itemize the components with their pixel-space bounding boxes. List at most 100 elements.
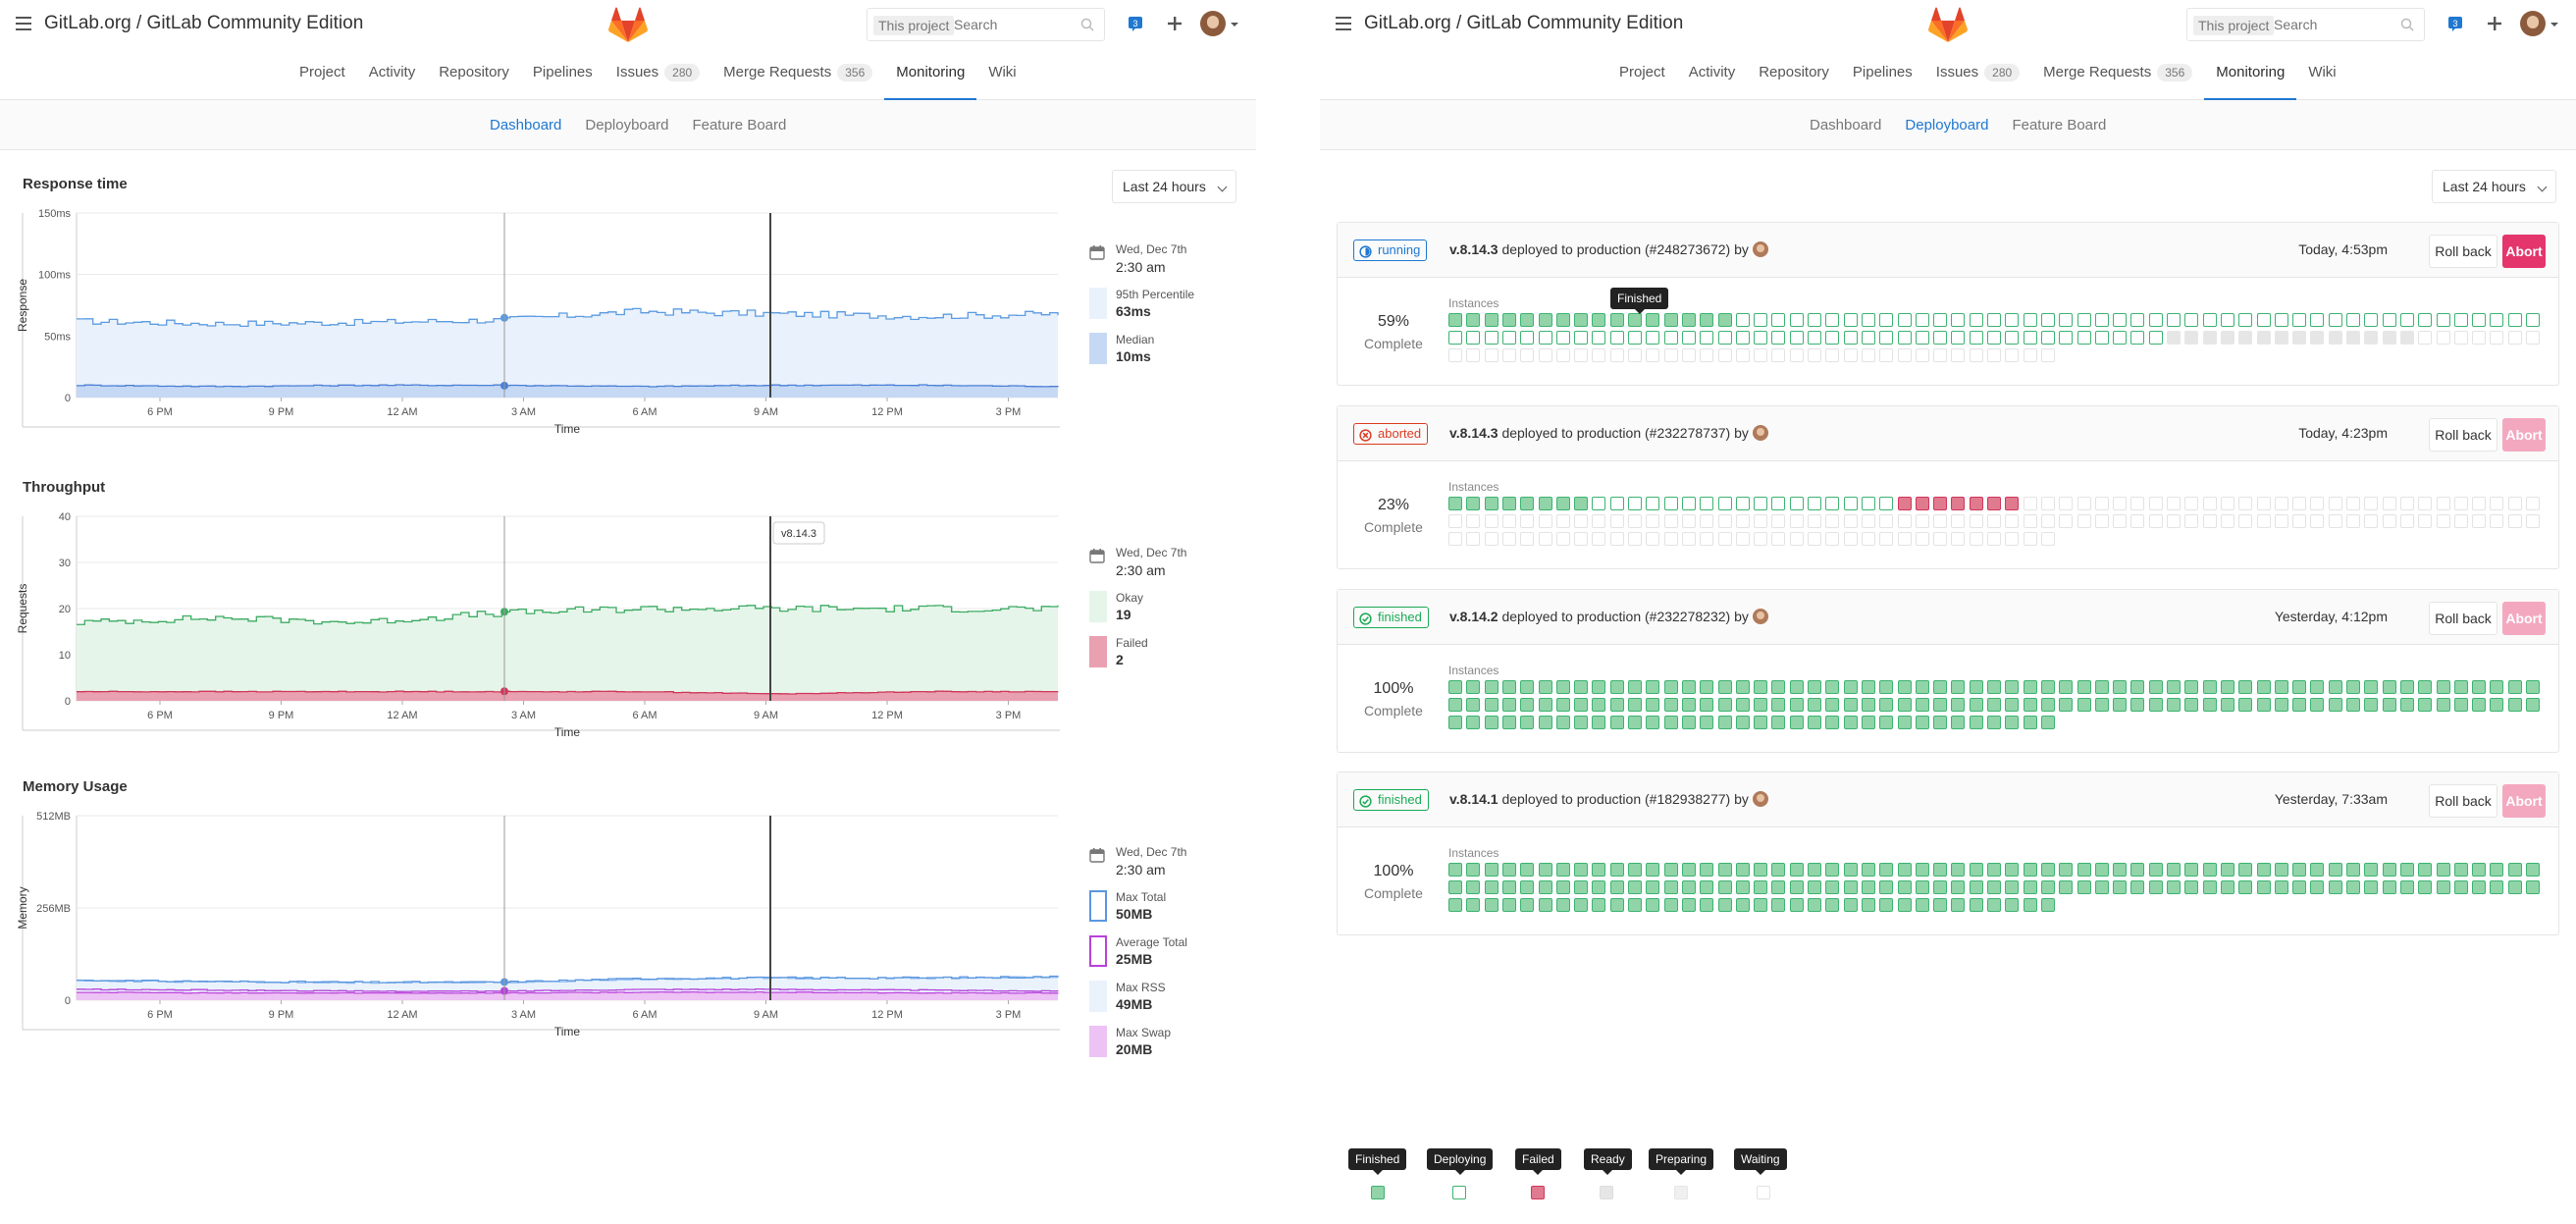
instance-finished[interactable] [1717, 716, 1732, 729]
instance-finished[interactable] [1681, 716, 1696, 729]
new-item-plus-icon[interactable] [2487, 16, 2502, 36]
instance-waiting[interactable] [2507, 497, 2522, 510]
instance-deploying[interactable] [2328, 313, 2342, 327]
instance-finished[interactable] [1969, 898, 1983, 912]
instance-finished[interactable] [2256, 698, 2271, 712]
instance-finished[interactable] [2202, 680, 2217, 694]
instance-finished[interactable] [1501, 497, 1516, 510]
roll-back-button[interactable]: Roll back [2429, 784, 2497, 818]
instance-finished[interactable] [1609, 898, 1624, 912]
instance-finished[interactable] [2526, 680, 2540, 694]
user-avatar[interactable] [1200, 11, 1226, 36]
instance-waiting[interactable] [1843, 514, 1858, 528]
instance-waiting[interactable] [1555, 348, 1570, 362]
instance-finished[interactable] [1538, 680, 1552, 694]
instance-finished[interactable] [2526, 698, 2540, 712]
instance-waiting[interactable] [1592, 348, 1606, 362]
instance-deploying[interactable] [2005, 313, 2020, 327]
instance-finished[interactable] [1700, 313, 1714, 327]
instance-finished[interactable] [1628, 313, 1642, 327]
instance-finished[interactable] [2184, 680, 2199, 694]
instance-finished[interactable] [1951, 898, 1966, 912]
instance-failed[interactable] [1897, 497, 1912, 510]
instance-waiting[interactable] [1520, 348, 1535, 362]
instance-finished[interactable] [1754, 898, 1768, 912]
instance-waiting[interactable] [2023, 348, 2037, 362]
instance-finished[interactable] [1448, 863, 1462, 877]
instance-ready[interactable] [2364, 331, 2379, 345]
instance-deploying[interactable] [1663, 497, 1678, 510]
instance-finished[interactable] [1879, 863, 1894, 877]
instance-deploying[interactable] [1897, 331, 1912, 345]
nav-tab-pipelines[interactable]: Pipelines [521, 50, 605, 100]
instance-deploying[interactable] [1789, 497, 1804, 510]
instance-finished[interactable] [1700, 698, 1714, 712]
instance-finished[interactable] [2005, 680, 2020, 694]
instance-finished[interactable] [2526, 880, 2540, 894]
instance-finished[interactable] [2148, 698, 2163, 712]
instance-deploying[interactable] [1879, 331, 1894, 345]
instance-finished[interactable] [1466, 680, 1481, 694]
instance-finished[interactable] [1843, 680, 1858, 694]
instance-finished[interactable] [2453, 680, 2468, 694]
instance-finished[interactable] [1825, 716, 1840, 729]
instance-finished[interactable] [2364, 880, 2379, 894]
instance-waiting[interactable] [1969, 514, 1983, 528]
instance-finished[interactable] [2507, 863, 2522, 877]
instance-finished[interactable] [1700, 880, 1714, 894]
instance-finished[interactable] [1646, 313, 1660, 327]
instance-waiting[interactable] [1484, 532, 1498, 546]
instance-finished[interactable] [1628, 880, 1642, 894]
instance-finished[interactable] [2130, 863, 2145, 877]
instance-waiting[interactable] [2328, 514, 2342, 528]
instance-finished[interactable] [1538, 716, 1552, 729]
instance-waiting[interactable] [2023, 497, 2037, 510]
instance-finished[interactable] [2040, 698, 2055, 712]
instance-finished[interactable] [2310, 698, 2325, 712]
instance-finished[interactable] [2399, 863, 2414, 877]
instance-deploying[interactable] [1771, 313, 1786, 327]
instance-finished[interactable] [1448, 880, 1462, 894]
instance-waiting[interactable] [1771, 532, 1786, 546]
instance-waiting[interactable] [2399, 514, 2414, 528]
instance-deploying[interactable] [1987, 313, 2001, 327]
instance-deploying[interactable] [1771, 497, 1786, 510]
instance-finished[interactable] [1538, 880, 1552, 894]
instance-deploying[interactable] [1717, 497, 1732, 510]
instance-waiting[interactable] [2399, 497, 2414, 510]
deployer-avatar[interactable] [1752, 241, 1768, 257]
instance-finished[interactable] [1628, 680, 1642, 694]
instance-finished[interactable] [1789, 863, 1804, 877]
instance-waiting[interactable] [1735, 514, 1750, 528]
instance-waiting[interactable] [1933, 348, 1948, 362]
instance-deploying[interactable] [1771, 331, 1786, 345]
instance-finished[interactable] [1951, 680, 1966, 694]
instance-finished[interactable] [1717, 863, 1732, 877]
instance-deploying[interactable] [2364, 313, 2379, 327]
instance-deploying[interactable] [1879, 497, 1894, 510]
instance-deploying[interactable] [1808, 331, 1821, 345]
instance-waiting[interactable] [2005, 532, 2020, 546]
instance-finished[interactable] [2292, 863, 2307, 877]
instance-waiting[interactable] [2436, 514, 2450, 528]
instance-finished[interactable] [1466, 313, 1481, 327]
instance-finished[interactable] [1987, 898, 2001, 912]
instance-waiting[interactable] [2364, 497, 2379, 510]
instance-finished[interactable] [2526, 863, 2540, 877]
instance-finished[interactable] [2023, 716, 2037, 729]
instance-deploying[interactable] [1681, 497, 1696, 510]
instance-waiting[interactable] [1466, 348, 1481, 362]
instance-waiting[interactable] [2328, 497, 2342, 510]
instance-waiting[interactable] [1897, 348, 1912, 362]
instance-finished[interactable] [1987, 716, 2001, 729]
instance-finished[interactable] [1646, 716, 1660, 729]
instance-deploying[interactable] [1717, 331, 1732, 345]
instance-finished[interactable] [2077, 680, 2091, 694]
instance-finished[interactable] [2005, 716, 2020, 729]
nav-tab-repository[interactable]: Repository [1747, 50, 1841, 100]
instance-finished[interactable] [2094, 680, 2109, 694]
instance-finished[interactable] [2220, 863, 2234, 877]
instance-waiting[interactable] [1808, 514, 1821, 528]
instance-finished[interactable] [1466, 898, 1481, 912]
instance-waiting[interactable] [2220, 514, 2234, 528]
